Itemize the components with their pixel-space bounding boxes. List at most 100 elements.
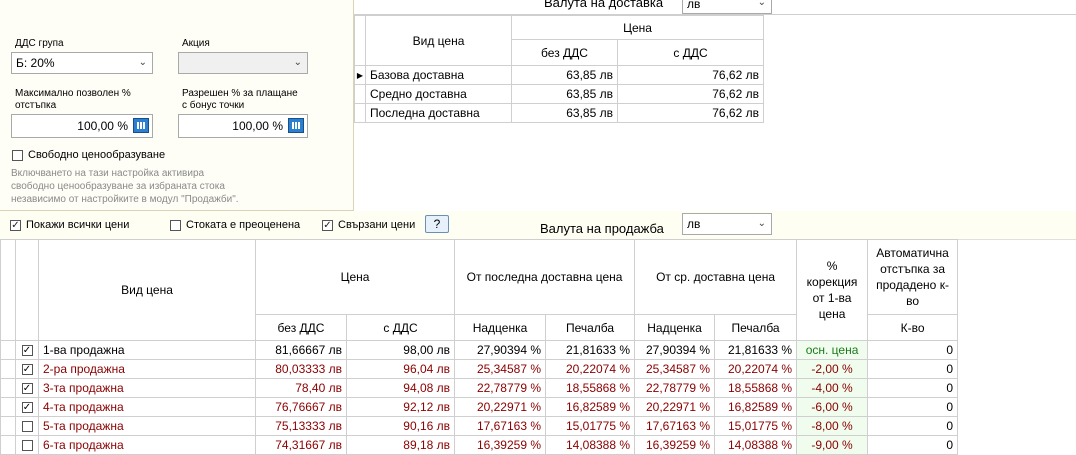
- row-checkbox-cell[interactable]: ✓: [15, 359, 39, 379]
- promotion-select[interactable]: ⌄: [178, 52, 308, 74]
- table-row[interactable]: ✓ 3-та продажна 78,40 лв 94,08 лв 22,78779 %…: [0, 378, 959, 398]
- sale-type-cell: 2-ра продажна: [38, 359, 256, 379]
- sale-avg-markup-cell: 20,22971 %: [634, 397, 716, 417]
- row-checkbox[interactable]: ✓: [21, 383, 33, 395]
- delivery-prices-table: Вид цена Цена без ДДС с ДДС ▶ Базова дос…: [354, 15, 764, 123]
- max-discount-label-line1: Максимално позволен %: [15, 88, 131, 99]
- current-row-arrow-icon: ▶: [354, 65, 366, 85]
- linked-prices-checkbox[interactable]: ✓: [322, 220, 333, 231]
- sale-incl-cell: 92,12 лв: [345, 397, 456, 417]
- sale-incl-cell: 89,18 лв: [345, 435, 456, 455]
- table-row[interactable]: ▶ Базова доставна 63,85 лв 76,62 лв: [354, 65, 764, 85]
- delivery-excl-cell: 63,85 лв: [511, 103, 618, 123]
- delivery-col-price: Цена: [511, 15, 764, 40]
- row-checkbox[interactable]: ✓: [21, 402, 33, 414]
- row-checkbox-cell[interactable]: ✓: [15, 340, 39, 360]
- help-button[interactable]: ?: [425, 215, 449, 233]
- sale-avg-profit-cell: 16,82589 %: [714, 397, 798, 417]
- sale-last-markup-cell: 16,39259 %: [454, 435, 547, 455]
- max-discount-label: Максимално позволен % отстъпка: [15, 88, 131, 112]
- show-all-prices-checkbox[interactable]: ✓: [10, 220, 21, 231]
- sales-col-qty: К-во: [867, 314, 959, 341]
- sale-qty-cell: 0: [867, 435, 959, 455]
- free-pricing-note-line1: Включването на тази настройка активира: [11, 168, 205, 179]
- delivery-excl-cell: 63,85 лв: [511, 65, 618, 85]
- bonus-points-field[interactable]: 100,00 %: [178, 114, 308, 138]
- sale-type-cell: 5-та продажна: [38, 416, 256, 436]
- row-checkbox[interactable]: ✓: [21, 364, 33, 376]
- calculator-icon[interactable]: [288, 118, 304, 133]
- promotion-label: Акция: [182, 38, 210, 49]
- table-row[interactable]: 5-та продажна 75,13333 лв 90,16 лв 17,67163…: [0, 416, 959, 436]
- sale-correction-cell: -2,00 %: [796, 359, 869, 379]
- sale-incl-cell: 96,04 лв: [345, 359, 456, 379]
- sale-avg-profit-cell: 20,22074 %: [714, 359, 798, 379]
- row-indicator-cell: [0, 378, 16, 398]
- row-checkbox-cell[interactable]: ✓: [15, 378, 39, 398]
- sale-correction-cell: -6,00 %: [796, 397, 869, 417]
- row-indicator-cell: [0, 340, 16, 360]
- delivery-col-excl-vat: без ДДС: [511, 39, 618, 66]
- row-indicator-header: [354, 15, 366, 66]
- sales-col-last-profit: Печалба: [545, 314, 636, 341]
- delivery-incl-cell: 76,62 лв: [617, 84, 764, 104]
- sale-type-cell: 1-ва продажна: [38, 340, 256, 360]
- row-indicator-cell: [0, 359, 16, 379]
- sale-excl-cell: 75,13333 лв: [255, 416, 347, 436]
- free-pricing-note-line3: независимо от настройките в модул "Прода…: [11, 194, 239, 205]
- sale-avg-markup-cell: 25,34587 %: [634, 359, 716, 379]
- calculator-icon[interactable]: [133, 118, 149, 133]
- sale-avg-markup-cell: 27,90394 %: [634, 340, 716, 360]
- linked-prices-label: Свързани цени: [338, 219, 416, 231]
- sale-type-cell: 6-та продажна: [38, 435, 256, 455]
- sale-last-profit-cell: 15,01775 %: [545, 416, 636, 436]
- sale-last-markup-cell: 20,22971 %: [454, 397, 547, 417]
- sales-col-from-avg: От ср. доставна цена: [634, 239, 798, 315]
- chevron-down-icon: ⌄: [138, 57, 147, 68]
- bonus-points-label-line1: Разрешен % за плащане: [182, 88, 298, 99]
- price-settings-panel: ДДС група Б: 20% ⌄ Акция ⌄ Максимално по…: [0, 0, 354, 211]
- sales-currency-select[interactable]: лв ⌄: [682, 213, 772, 235]
- sale-incl-cell: 98,00 лв: [345, 340, 456, 360]
- sale-last-profit-cell: 20,22074 %: [545, 359, 636, 379]
- row-checkbox[interactable]: [21, 421, 33, 433]
- table-row[interactable]: ✓ 1-ва продажна 81,66667 лв 98,00 лв 27,9039…: [0, 340, 959, 360]
- table-row[interactable]: Средно доставна 63,85 лв 76,62 лв: [354, 84, 764, 104]
- table-row[interactable]: ✓ 2-ра продажна 80,03333 лв 96,04 лв 25,3458…: [0, 359, 959, 379]
- sales-currency-value: лв: [687, 217, 701, 231]
- sale-avg-markup-cell: 17,67163 %: [634, 416, 716, 436]
- sale-avg-profit-cell: 14,08388 %: [714, 435, 798, 455]
- delivery-currency-select[interactable]: лв ⌄: [682, 0, 772, 14]
- row-checkbox-cell[interactable]: [15, 435, 39, 455]
- sales-col-incl-vat: с ДДС: [345, 314, 456, 341]
- row-checkbox[interactable]: ✓: [21, 345, 33, 357]
- sale-excl-cell: 80,03333 лв: [255, 359, 347, 379]
- sale-qty-cell: 0: [867, 359, 959, 379]
- table-row[interactable]: 6-та продажна 74,31667 лв 89,18 лв 16,39259…: [0, 435, 959, 455]
- bonus-points-value: 100,00 %: [232, 119, 283, 133]
- sales-col-excl-vat: без ДДС: [255, 314, 347, 341]
- row-checkbox-cell[interactable]: ✓: [15, 397, 39, 417]
- table-row[interactable]: Последна доставна 63,85 лв 76,62 лв: [354, 103, 764, 123]
- chevron-down-icon: ⌄: [757, 0, 766, 8]
- sales-col-price: Цена: [254, 239, 456, 315]
- sale-avg-markup-cell: 22,78779 %: [634, 378, 716, 398]
- vat-group-select[interactable]: Б: 20% ⌄: [11, 52, 153, 74]
- max-discount-value: 100,00 %: [77, 119, 128, 133]
- free-pricing-checkbox[interactable]: [12, 150, 23, 161]
- sale-correction-cell: -8,00 %: [796, 416, 869, 436]
- vat-group-value: Б: 20%: [16, 56, 55, 70]
- row-checkbox-cell[interactable]: [15, 416, 39, 436]
- max-discount-field[interactable]: 100,00 %: [11, 114, 153, 138]
- options-bar: ✓ Покажи всички цени Стоката е преоценен…: [0, 211, 1076, 240]
- row-indicator-cell: [0, 397, 16, 417]
- sale-incl-cell: 94,08 лв: [345, 378, 456, 398]
- repriced-checkbox[interactable]: [170, 220, 181, 231]
- sale-qty-cell: 0: [867, 340, 959, 360]
- sale-last-profit-cell: 16,82589 %: [545, 397, 636, 417]
- row-checkbox[interactable]: [21, 440, 33, 452]
- free-pricing-note-line2: свободно ценообразуване за избраната сто…: [11, 181, 225, 192]
- table-row[interactable]: ✓ 4-та продажна 76,76667 лв 92,12 лв 20,2297…: [0, 397, 959, 417]
- sale-excl-cell: 81,66667 лв: [255, 340, 347, 360]
- sale-avg-profit-cell: 18,55868 %: [714, 378, 798, 398]
